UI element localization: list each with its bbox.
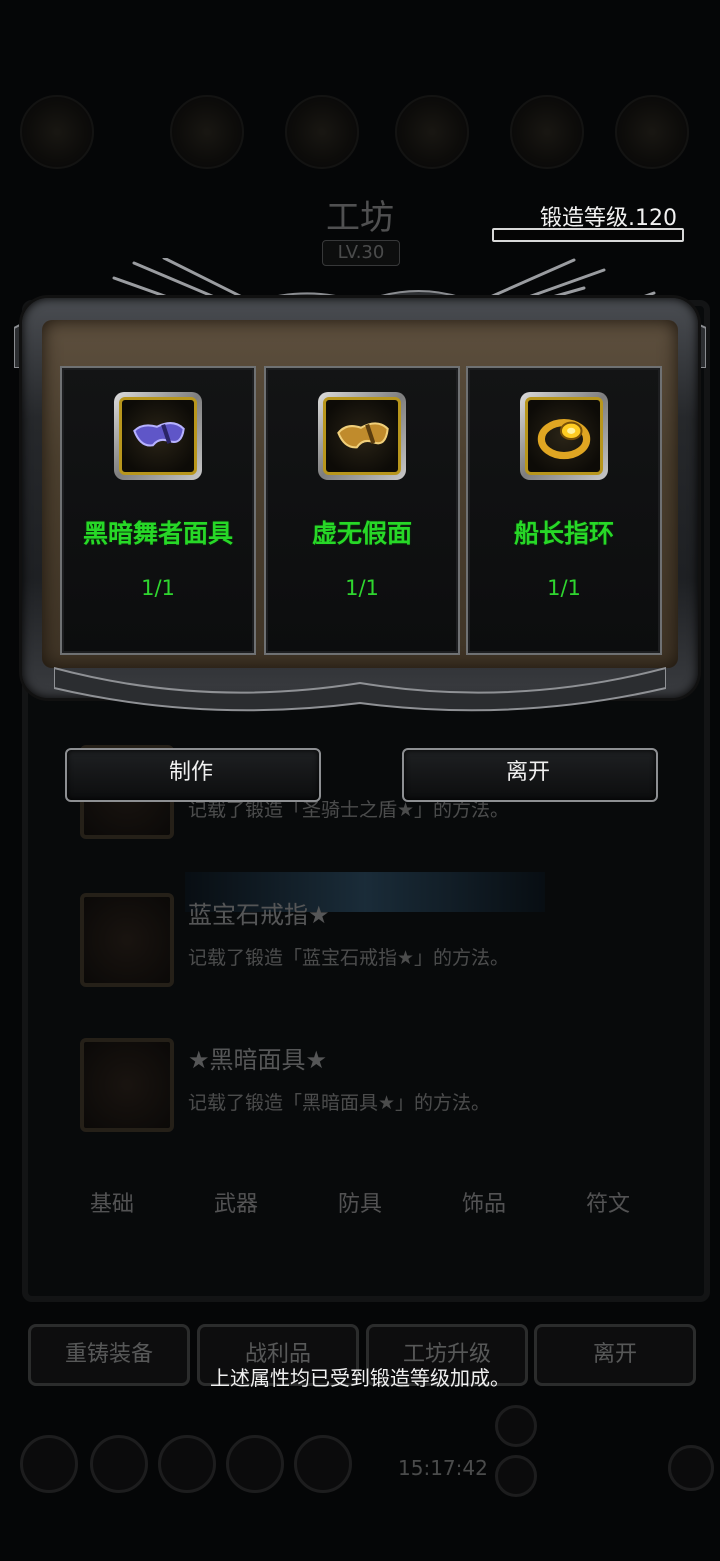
top-icon [20,95,94,169]
recipe-name: ★黑暗面具★ [188,1046,328,1074]
item-icon-frame [318,392,406,480]
tab-accessory[interactable]: 饰品 [422,1175,546,1235]
top-icon [510,95,584,169]
item-card[interactable]: 虚无假面 1/1 [264,366,460,655]
make-button[interactable]: 制作 [57,742,325,804]
item-card[interactable]: 黑暗舞者面具 1/1 [60,366,256,655]
menu-icon[interactable] [226,1435,284,1493]
ring-icon [80,893,174,987]
category-tabs: 基础 武器 防具 饰品 符文 [50,1175,670,1235]
tab-weapon[interactable]: 武器 [174,1175,298,1235]
frame-bottom-ornament [54,666,666,712]
recipe-name: 蓝宝石戒指★ [188,901,330,929]
leave-button-label: 离开 [505,760,550,785]
tab-rune[interactable]: 符文 [546,1175,670,1235]
workshop-title: 工坊 [326,198,394,238]
recipe-item[interactable]: 蓝宝石戒指★ 记载了锻造「蓝宝石戒指★」的方法。 [80,893,640,988]
top-icon [285,95,359,169]
top-icon [615,95,689,169]
clock-text: 15:17:42 [398,1456,488,1480]
menu-icon[interactable] [20,1435,78,1493]
item-icon-frame [520,392,608,480]
mask-icon [80,1038,174,1132]
top-icon-row [20,85,700,175]
item-count: 1/1 [547,576,581,600]
tab-basic[interactable]: 基础 [50,1175,174,1235]
tab-armor[interactable]: 防具 [298,1175,422,1235]
purple-mask-icon [119,397,197,475]
gold-coin-icon [495,1405,537,1447]
menu-icon[interactable] [90,1435,148,1493]
gold-mask-icon [323,397,401,475]
item-count: 1/1 [345,576,379,600]
forge-level-bar [492,228,684,242]
top-icon [170,95,244,169]
item-name: 虚无假面 [311,519,412,548]
item-icon-frame [114,392,202,480]
recipe-item[interactable]: ★黑暗面具★ 记载了锻造「黑暗面具★」的方法。 [80,1038,640,1133]
item-card[interactable]: 船长指环 1/1 [466,366,662,655]
bottom-bar [0,1400,720,1561]
menu-icon[interactable] [294,1435,352,1493]
menu-icon[interactable] [668,1445,714,1491]
gold-ring-icon [525,397,603,475]
bonus-notice: 上述属性均已受到锻造等级加成。 [210,1366,510,1390]
item-count: 1/1 [141,576,175,600]
craft-dialog: 黑暗舞者面具 1/1 虚无假面 1/1 船长指环 1/1 [14,258,706,718]
item-name: 船长指环 [513,519,614,548]
gem-icon [495,1455,537,1497]
item-name: 黑暗舞者面具 [82,519,233,548]
make-button-label: 制作 [168,760,213,785]
menu-icon[interactable] [158,1435,216,1493]
recipe-desc: 记载了锻造「蓝宝石戒指★」的方法。 [188,947,510,969]
leave-button[interactable]: 离开 [394,742,662,804]
recipe-desc: 记载了锻造「黑暗面具★」的方法。 [188,1092,491,1114]
top-icon [395,95,469,169]
